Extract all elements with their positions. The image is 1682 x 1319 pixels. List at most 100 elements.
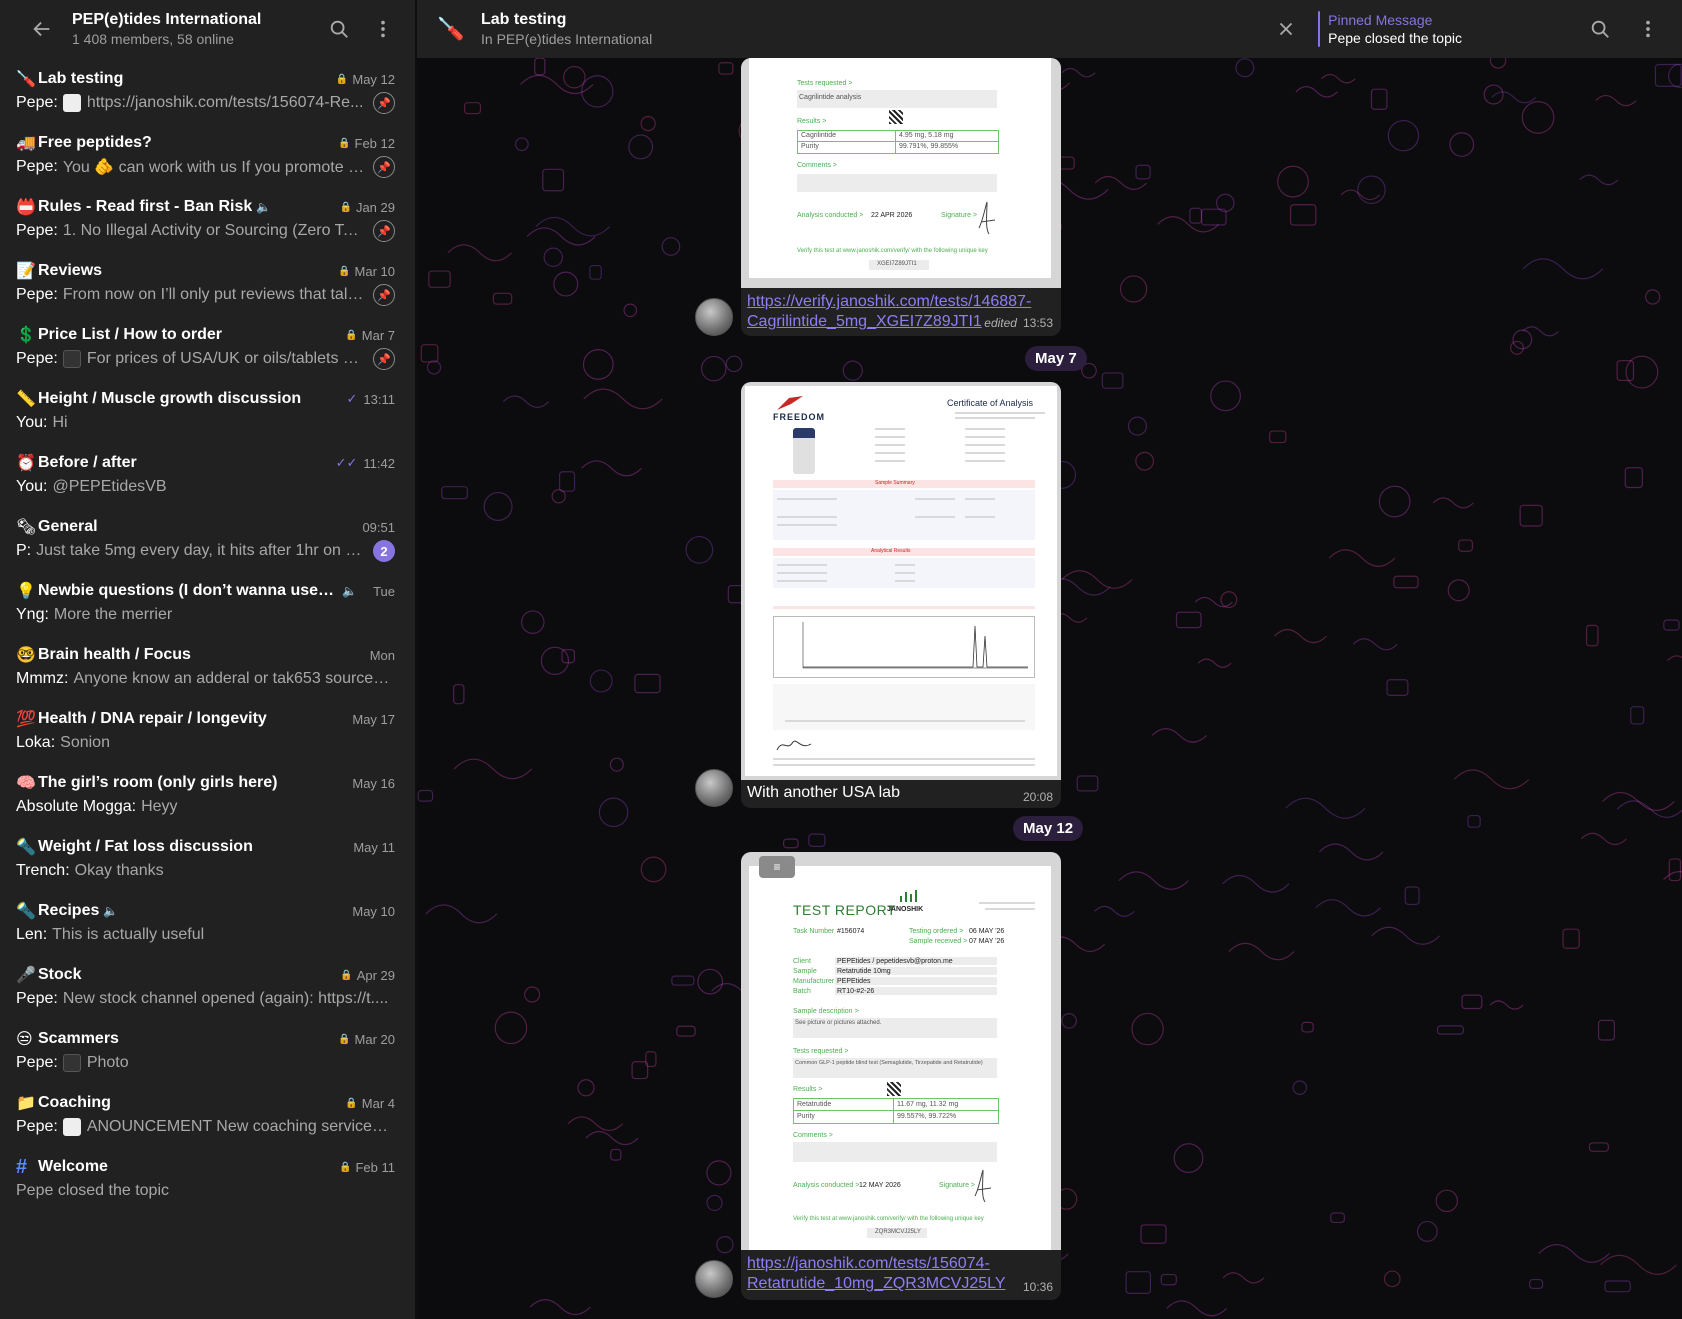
avatar[interactable] <box>695 769 733 807</box>
topic-item[interactable]: 🚚 Free peptides? 🔒 Feb 12 Pepe: You 🫵 can wor… <box>0 124 415 188</box>
more-menu-icon[interactable] <box>365 11 401 47</box>
doc-row1-value: 4.95 mg, 5.18 mg <box>899 132 954 139</box>
lab-report-image-1[interactable]: Tests requested > Cagrilintide analysis … <box>741 58 1061 288</box>
pinned-title: Pinned Message <box>1328 12 1433 28</box>
topic-item[interactable]: 🤓 Brain health / Focus Mon Mmmz: Anyone know… <box>0 636 415 700</box>
read-check-icon: ✓ <box>346 391 358 406</box>
coa-title: Certificate of Analysis <box>947 398 1034 408</box>
topic-item[interactable]: 📏 Height / Muscle growth discussion ✓ 13:11… <box>0 380 415 444</box>
lab-report-image-2[interactable]: TEST REPORT JANOSHIK Task Number #156074… <box>741 852 1061 1250</box>
topic-sender: Len: <box>16 926 48 943</box>
group-subtitle: 1 408 members, 58 online <box>72 31 234 48</box>
topic-name: The girl’s room (only girls here) <box>38 774 278 791</box>
coa-analytical-results: Analytical Results <box>871 548 911 554</box>
topic-emoji-icon: 🔦 <box>16 839 36 856</box>
report-signature-icon <box>974 1169 992 1203</box>
topic-sender: Mmmz: <box>16 670 69 687</box>
chat-info[interactable]: Lab testing In PEP(e)tides International <box>481 10 652 48</box>
topic-name: Height / Muscle growth discussion <box>38 390 302 407</box>
topic-preview: Sonion <box>60 734 110 751</box>
doc-signature: Signature > <box>941 212 977 219</box>
topic-date: Apr 29 <box>356 967 395 983</box>
topic-date: Tue <box>373 583 395 599</box>
media-thumbnail <box>62 1118 81 1136</box>
topic-emoji-icon: 💡 <box>16 583 36 600</box>
topic-item[interactable]: 🎤 Stock 🔒 Apr 29 Pepe: New stock channel open… <box>0 956 415 1020</box>
topic-sender: Absolute Mogga: <box>16 798 137 815</box>
chat-more-icon[interactable] <box>1630 11 1666 47</box>
topic-preview: Anyone know an adderal or tak653 source?… <box>73 670 395 687</box>
coa-brand: FREEDOM <box>773 412 825 422</box>
avatar[interactable] <box>695 298 733 336</box>
topic-emoji-icon: 💲 <box>16 327 36 344</box>
topic-preview: Photo <box>86 1054 129 1071</box>
topic-date: 09:51 <box>362 519 395 535</box>
topic-item[interactable]: 📁 Coaching 🔒 Mar 4 Pepe: ANOUNCEMENT New coac… <box>0 1084 415 1148</box>
topics-sidebar: PEP(e)tides International 1 408 members,… <box>0 0 416 1319</box>
topic-preview: From now on I’ll only put reviews that t… <box>62 286 365 303</box>
topic-item[interactable]: 💯 Health / DNA repair / longevity May 17 Lo… <box>0 700 415 764</box>
topic-date: May 17 <box>352 711 395 727</box>
freedom-logo-icon <box>777 396 803 410</box>
topic-preview: For prices of USA/UK or oils/tablets pl.… <box>86 350 365 367</box>
avatar[interactable] <box>695 1260 733 1298</box>
topic-item[interactable]: 📛 Rules - Read first - Ban Risk 🔈 🔒 Jan 29 Pe… <box>0 188 415 252</box>
topic-date: May 16 <box>352 775 395 791</box>
topic-sender: Pepe: <box>16 222 58 239</box>
topic-preview: Hi <box>52 414 68 431</box>
date-separator-may-7: May 7 <box>1025 346 1087 371</box>
topic-name: Lab testing <box>38 70 124 87</box>
topic-item[interactable]: 🪛 Lab testing 🔒 May 12 Pepe: https://janoshik… <box>0 60 415 124</box>
topic-emoji-icon: 📝 <box>16 263 36 280</box>
report-task-label: Task Number <box>793 928 835 935</box>
doc-analysis-conducted: Analysis conducted > <box>797 212 864 219</box>
topic-preview: This is actually useful <box>52 926 205 943</box>
topic-item[interactable]: 🗞 General 09:51 P: Just take 5mg every day, … <box>0 508 415 572</box>
topic-preview: Pepe closed the topic <box>16 1182 169 1199</box>
topic-emoji-icon: 🪛 <box>16 71 36 88</box>
topic-sender: You: <box>16 414 48 431</box>
lock-icon: 🔒 <box>338 1033 351 1045</box>
media-thumbnail <box>62 1054 81 1072</box>
message-1-time: edited 13:53 <box>984 316 1053 330</box>
lock-icon: 🔒 <box>339 201 352 213</box>
lock-icon: 🔒 <box>345 1097 358 1109</box>
test-link-2[interactable]: https://janoshik.com/tests/156074- Retatr… <box>747 1254 1047 1294</box>
report-results: Results > <box>793 1086 823 1093</box>
topic-item[interactable]: 😒 Scammers 🔒 Mar 20 Pepe: Photo <box>0 1020 415 1084</box>
doc-tests-requested: Tests requested > <box>797 80 853 87</box>
topic-preview: https://janoshik.com/tests/156074-Re... <box>86 94 364 111</box>
report-title: TEST REPORT <box>793 902 897 918</box>
topic-item[interactable]: 🧠 The girl’s room (only girls here) May 16… <box>0 764 415 828</box>
topic-item[interactable]: 💡 Newbie questions (I don’t wanna use Cha… <box>0 572 415 636</box>
lock-icon: 🔒 <box>338 265 351 277</box>
topic-item[interactable]: ⏰ Before / after ✓✓ 11:42 You: @PEPEtidesVB <box>0 444 415 508</box>
unread-badge: 2 <box>373 540 395 562</box>
topic-name: Coaching <box>38 1094 111 1111</box>
search-icon[interactable] <box>321 11 357 47</box>
pin-icon: 📌 <box>373 92 395 114</box>
message-bubble-1[interactable]: Tests requested > Cagrilintide analysis … <box>741 58 1061 336</box>
topic-item[interactable]: 🔦 Weight / Fat loss discussion May 11 Trenc… <box>0 828 415 892</box>
topic-item[interactable]: 💲 Price List / How to order 🔒 Mar 7 Pepe: For… <box>0 316 415 380</box>
coa-report-image[interactable]: FREEDOM Certificate of Analysis Sample S… <box>741 382 1061 780</box>
topic-sender: Pepe: <box>16 1118 58 1135</box>
chat-search-icon[interactable] <box>1582 11 1618 47</box>
pinned-text: Pepe closed the topic <box>1328 30 1462 46</box>
topic-date: 13:11 <box>363 391 395 407</box>
report-analysis-date: 12 MAY 2026 <box>859 1182 901 1189</box>
message-bubble-2[interactable]: FREEDOM Certificate of Analysis Sample S… <box>741 382 1061 808</box>
topic-item[interactable]: # Welcome 🔒 Feb 11 Pepe closed the topic <box>0 1148 415 1212</box>
close-icon[interactable] <box>1268 11 1304 47</box>
group-info[interactable]: PEP(e)tides International 1 408 members,… <box>72 10 313 48</box>
pinned-message[interactable]: Pinned Message Pepe closed the topic <box>1318 11 1462 47</box>
back-arrow-icon[interactable] <box>24 11 60 47</box>
topic-sender: Loka: <box>16 734 56 751</box>
topic-preview: More the merrier <box>53 606 173 623</box>
topic-item[interactable]: 📝 Reviews 🔒 Mar 10 Pepe: From now on I’ll onl… <box>0 252 415 316</box>
pinned-bar <box>1318 11 1321 47</box>
report-ordered-date: 06 MAY '26 <box>969 928 1005 935</box>
message-bubble-3[interactable]: TEST REPORT JANOSHIK Task Number #156074… <box>741 852 1061 1300</box>
document-menu-icon[interactable]: ≡ <box>759 856 795 878</box>
topic-item[interactable]: 🔦 Recipes 🔈 May 10 Len: This is actually usef… <box>0 892 415 956</box>
